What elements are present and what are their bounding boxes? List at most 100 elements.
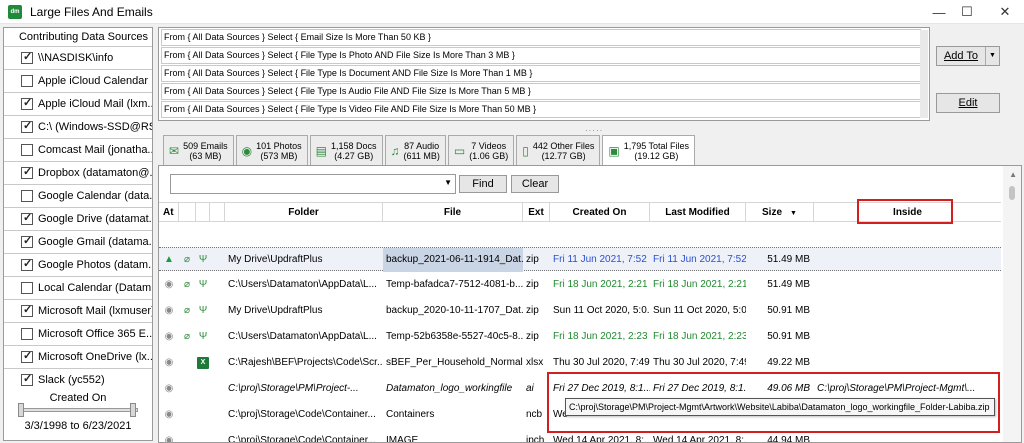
data-source-checkbox[interactable]	[21, 211, 33, 225]
splitter-grip[interactable]: ·····	[585, 126, 603, 135]
cell-file: Temp-bafadca7-7512-4081-b...	[386, 279, 523, 290]
add-to-label[interactable]: Add To	[937, 47, 985, 65]
tab-file-type[interactable]: ✉ 509 Emails (63 MB)	[163, 135, 234, 165]
tab-size: (611 MB)	[403, 150, 440, 161]
data-sources-list: \\NASDISK\info Apple iCloud Calendar ... A…	[4, 46, 152, 391]
query-row[interactable]: From { All Data Sources } Select { File …	[161, 83, 921, 100]
column-icon-3[interactable]	[210, 203, 225, 222]
cell-inside	[814, 325, 1001, 349]
data-source-checkbox[interactable]	[21, 144, 33, 156]
file-type-icon: ▯	[522, 143, 529, 158]
find-button[interactable]: Find	[459, 175, 507, 193]
tab-file-type[interactable]: ▤ 1,158 Docs (4.27 GB)	[309, 135, 383, 165]
search-combo[interactable]: ▼	[170, 174, 456, 194]
data-source-checkbox[interactable]	[21, 303, 33, 317]
data-source-item[interactable]: Google Drive (datamat...	[4, 207, 152, 230]
column-file[interactable]: File	[383, 203, 523, 222]
data-source-label: Google Gmail (datama...	[38, 236, 152, 248]
clear-button[interactable]: Clear	[511, 175, 559, 193]
query-scrollbar[interactable]	[920, 30, 928, 118]
data-source-checkbox[interactable]	[21, 165, 33, 179]
data-source-checkbox[interactable]	[21, 75, 33, 87]
attachment-icon: ⌀	[183, 254, 191, 265]
data-sources-header: Contributing Data Sources	[4, 28, 152, 46]
close-button[interactable]: ✕	[984, 0, 1024, 24]
tab-size: (4.27 GB)	[334, 150, 374, 161]
preview-icon[interactable]: ◉	[163, 305, 175, 317]
data-source-item[interactable]: \\NASDISK\info	[4, 46, 152, 69]
add-to-button[interactable]: Add To ▼	[936, 46, 1000, 66]
data-source-item[interactable]: Apple iCloud Calendar ...	[4, 69, 152, 92]
column-icon-1[interactable]	[179, 203, 196, 222]
data-source-item[interactable]: Google Photos (datam...	[4, 253, 152, 276]
data-source-item[interactable]: Dropbox (datamaton@...	[4, 161, 152, 184]
grid-vertical-scrollbar[interactable]: ▲	[1003, 166, 1021, 442]
data-source-item[interactable]: Microsoft OneDrive (lx...	[4, 345, 152, 368]
table-row[interactable]: ◉ ⌀ Ψ C:\Users\Datamaton\AppData\L... Temp-5…	[159, 325, 1001, 349]
data-source-checkbox[interactable]	[21, 349, 33, 363]
edit-button[interactable]: Edit	[936, 93, 1000, 113]
tab-file-type[interactable]: ♫ 87 Audio (611 MB)	[384, 135, 446, 165]
column-folder[interactable]: Folder	[225, 203, 383, 222]
data-source-item[interactable]: Microsoft Office 365 E...	[4, 322, 152, 345]
slider-end-handle[interactable]	[130, 403, 136, 417]
column-created-on[interactable]: Created On	[550, 203, 650, 222]
tab-file-type[interactable]: ◉ 101 Photos (573 MB)	[235, 135, 308, 165]
query-row[interactable]: From { All Data Sources } Select { Email…	[161, 29, 921, 46]
data-source-item[interactable]: C:\ (Windows-SSD@RS...	[4, 115, 152, 138]
tab-file-type[interactable]: ▭ 7 Videos (1.06 GB)	[447, 135, 515, 165]
preview-icon[interactable]: ◉	[163, 279, 175, 291]
preview-icon[interactable]: ◉	[163, 435, 175, 442]
query-row[interactable]: From { All Data Sources } Select { File …	[161, 47, 921, 64]
scroll-up-icon[interactable]: ▲	[1009, 170, 1017, 179]
cell-size: 50.91 MB	[767, 331, 810, 342]
table-row[interactable]: ◉ ⌀ Ψ My Drive\UpdraftPlus backup_2020-10-11…	[159, 299, 1001, 323]
tab-file-type[interactable]: ▣ 1,795 Total Files (19.12 GB)	[602, 135, 696, 166]
add-to-dropdown-icon[interactable]: ▼	[985, 47, 999, 65]
data-source-item[interactable]: Local Calendar (Datam...	[4, 276, 152, 299]
column-size[interactable]: Size ▼	[746, 203, 814, 222]
data-source-item[interactable]: Google Calendar (data...	[4, 184, 152, 207]
table-row[interactable]: ▲ ⌀ Ψ My Drive\UpdraftPlus backup_2021-06-11…	[159, 247, 1001, 272]
fork-icon: Ψ	[198, 305, 208, 316]
cell-ext: zip	[526, 331, 539, 342]
data-source-label: Microsoft Office 365 E...	[38, 328, 152, 340]
file-type-tabs: ✉ 509 Emails (63 MB) ◉ 101 Photos (573 MB) ▤ 1,…	[163, 135, 697, 166]
title-bar: dm Large Files And Emails — ☐ ✕	[0, 0, 1024, 24]
preview-icon[interactable]: ◉	[163, 357, 175, 369]
data-source-item[interactable]: Slack (yc552)	[4, 368, 152, 391]
chevron-down-icon[interactable]: ▼	[444, 178, 452, 187]
cell-inside	[814, 299, 1001, 323]
data-source-checkbox[interactable]	[21, 257, 33, 271]
cell-folder: C:\Users\Datamaton\AppData\L...	[228, 279, 377, 290]
data-source-item[interactable]: Microsoft Mail (lxmuser)	[4, 299, 152, 322]
data-source-item[interactable]: Apple iCloud Mail (lxm...	[4, 92, 152, 115]
column-ext[interactable]: Ext	[523, 203, 550, 222]
tab-count: 7 Videos	[471, 140, 507, 151]
column-last-modified[interactable]: Last Modified	[650, 203, 746, 222]
column-icon-2[interactable]	[196, 203, 210, 222]
slider-start-handle[interactable]	[18, 403, 24, 417]
created-on-slider-track[interactable]	[20, 408, 138, 412]
preview-icon[interactable]: ◉	[163, 383, 175, 395]
query-row[interactable]: From { All Data Sources } Select { File …	[161, 101, 921, 118]
data-source-checkbox[interactable]	[21, 234, 33, 248]
data-source-checkbox[interactable]	[21, 50, 33, 64]
data-source-checkbox[interactable]	[21, 372, 33, 386]
data-source-checkbox[interactable]	[21, 328, 33, 340]
preview-icon[interactable]: ◉	[163, 409, 175, 421]
data-source-checkbox[interactable]	[21, 282, 33, 294]
data-source-item[interactable]: Google Gmail (datama...	[4, 230, 152, 253]
data-source-checkbox[interactable]	[21, 96, 33, 110]
preview-icon[interactable]: ◉	[163, 331, 175, 343]
table-row[interactable]: ◉ ⌀ Ψ C:\Users\Datamaton\AppData\L... Temp-b…	[159, 273, 1001, 297]
data-source-item[interactable]: Comcast Mail (jonatha...	[4, 138, 152, 161]
tab-file-type[interactable]: ▯ 442 Other Files (12.77 GB)	[516, 135, 601, 165]
data-source-checkbox[interactable]	[21, 119, 33, 133]
query-row[interactable]: From { All Data Sources } Select { File …	[161, 65, 921, 82]
column-at[interactable]: At	[159, 203, 179, 222]
cell-folder: C:\Users\Datamaton\AppData\L...	[228, 331, 377, 342]
data-source-checkbox[interactable]	[21, 190, 33, 202]
scroll-thumb[interactable]	[1009, 186, 1015, 200]
maximize-button[interactable]: ☐	[946, 0, 988, 24]
